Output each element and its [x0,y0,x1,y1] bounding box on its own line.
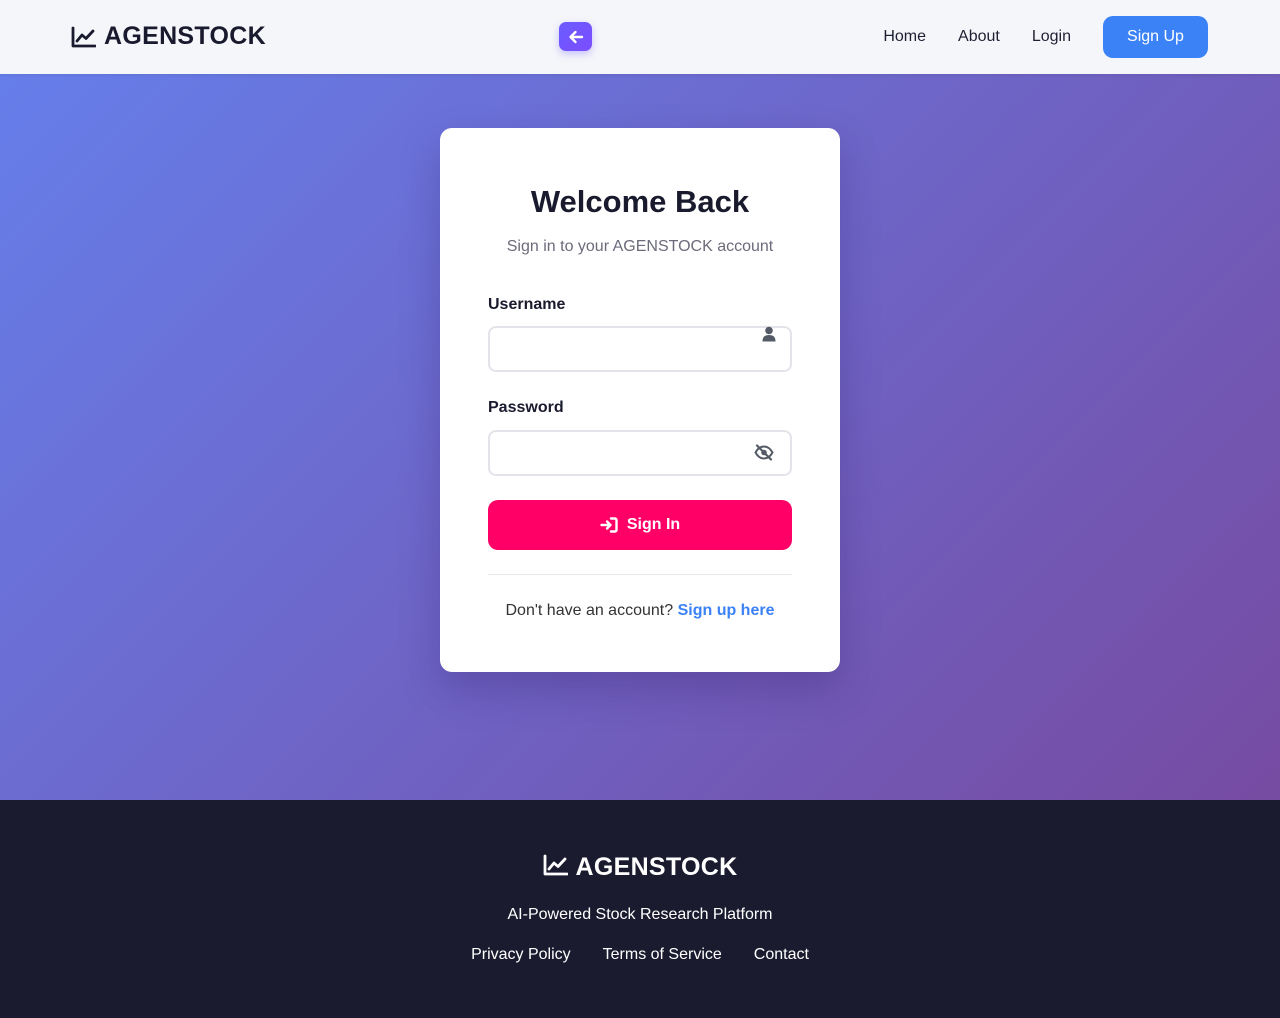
login-card: Welcome Back Sign in to your AGENSTOCK a… [440,128,840,672]
no-account-text: Don't have an account? [505,602,674,619]
nav-links: Home About Login Sign Up [883,16,1208,58]
arrow-left-icon [568,30,583,43]
contact-link[interactable]: Contact [754,946,809,964]
password-field-wrapper [488,430,792,476]
hero-section: Welcome Back Sign in to your AGENSTOCK a… [0,74,1280,800]
brand-name: AGENSTOCK [104,22,266,50]
username-input[interactable] [490,328,790,370]
chart-line-icon [71,26,96,48]
eye-slash-icon[interactable] [754,444,774,461]
sign-in-label: Sign In [626,516,681,533]
signup-here-link[interactable]: Sign up here [678,602,775,619]
sign-in-icon [600,517,618,533]
username-label: Username [488,296,566,313]
username-field-wrapper [488,326,792,372]
top-navbar: AGENSTOCK Home About Login Sign Up [0,0,1280,74]
footer-brand: AGENSTOCK [0,853,1280,882]
login-subtitle: Sign in to your AGENSTOCK account [506,238,774,255]
sign-in-button[interactable]: Sign In [488,500,792,550]
signup-button[interactable]: Sign Up [1103,16,1208,58]
nav-login-link[interactable]: Login [1032,16,1071,58]
privacy-policy-link[interactable]: Privacy Policy [471,946,571,964]
footer: AGENSTOCK AI-Powered Stock Research Plat… [0,800,1280,1018]
nav-home-link[interactable]: Home [883,16,926,58]
footer-tagline: AI-Powered Stock Research Platform [507,906,773,923]
nav-about-link[interactable]: About [958,16,1000,58]
terms-of-service-link[interactable]: Terms of Service [603,946,722,964]
signup-prompt: Don't have an account? Sign up here [440,602,840,620]
back-button[interactable] [559,22,592,51]
brand-logo[interactable]: AGENSTOCK [71,22,266,51]
divider [488,574,792,575]
password-label: Password [488,399,564,416]
chart-line-icon [543,854,568,881]
login-title: Welcome Back [530,184,750,219]
user-icon [762,326,776,342]
footer-brand-name: AGENSTOCK [575,853,738,881]
password-input[interactable] [490,432,790,474]
footer-links: Privacy Policy Terms of Service Contact [0,946,1280,964]
